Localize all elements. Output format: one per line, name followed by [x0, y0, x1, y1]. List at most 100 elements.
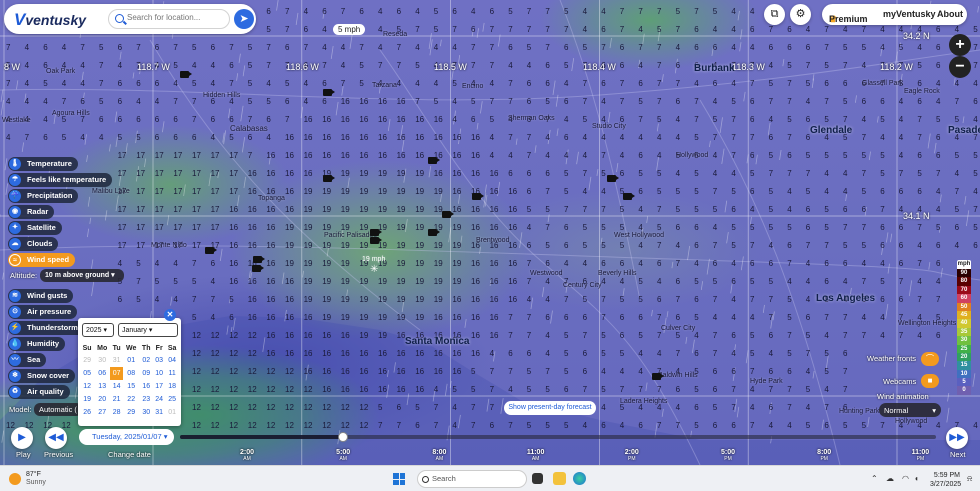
timeline-tick[interactable]: 5:00 AM — [328, 449, 358, 463]
calendar-day[interactable]: 14 — [110, 380, 123, 393]
zoom-in-button[interactable]: + — [949, 34, 971, 56]
webcam-icon[interactable] — [428, 229, 440, 236]
calendar-day[interactable]: 04 — [165, 354, 179, 367]
cloud-sync-icon[interactable]: ☁ — [886, 474, 894, 483]
play-button[interactable]: ▶ — [11, 427, 33, 449]
about-link[interactable]: About — [937, 9, 963, 19]
previous-button[interactable]: ◀◀ — [45, 427, 67, 449]
calendar-day[interactable]: 11 — [165, 367, 179, 380]
layer-item[interactable]: 💧 Humidity — [8, 337, 66, 351]
zoom-out-button[interactable]: − — [949, 56, 971, 78]
calendar-day[interactable]: 01 — [123, 354, 139, 367]
notification-bell-icon[interactable]: ⍾ — [967, 474, 972, 484]
taskbar-clock[interactable]: 5:59 PM 3/27/2025 — [930, 471, 961, 489]
my-ventusky-link[interactable]: myVentusky — [883, 9, 936, 19]
calendar-day[interactable]: 29 — [123, 406, 139, 419]
timeline-tick[interactable]: 11:00 PM — [905, 449, 935, 463]
calendar-day[interactable]: 10 — [153, 367, 165, 380]
layer-item[interactable]: ☔ Precipitation — [8, 189, 79, 203]
windows-start-icon[interactable] — [393, 473, 405, 485]
calendar-day[interactable]: 19 — [80, 393, 94, 406]
weather-fronts-toggle[interactable]: ⌒ — [921, 352, 939, 366]
close-calendar-button[interactable]: ✕ — [164, 309, 176, 321]
calendar-day[interactable]: 25 — [165, 393, 179, 406]
webcam-icon[interactable] — [607, 175, 619, 182]
wind-animation-select[interactable]: Normal ▾ — [879, 403, 941, 417]
webcam-icon[interactable] — [442, 211, 454, 218]
timeline-tick[interactable]: 8:00 AM — [424, 449, 454, 463]
webcam-icon[interactable] — [180, 71, 192, 78]
layer-item[interactable]: ≋ Wind gusts — [8, 289, 74, 303]
calendar-day[interactable]: 16 — [139, 380, 153, 393]
search-input[interactable] — [127, 13, 227, 22]
year-select[interactable]: 2025 ▾ — [82, 323, 114, 337]
webcam-icon[interactable] — [323, 89, 335, 96]
calendar-day[interactable]: 02 — [139, 354, 153, 367]
calendar-day[interactable]: 24 — [153, 393, 165, 406]
calendar-day[interactable]: 08 — [123, 367, 139, 380]
timeline-tick[interactable]: 8:00 PM — [809, 449, 839, 463]
calendar-day[interactable]: 03 — [153, 354, 165, 367]
calendar-day[interactable]: 26 — [80, 406, 94, 419]
webcam-icon[interactable] — [472, 193, 484, 200]
webcam-icon[interactable] — [623, 193, 635, 200]
calendar-day[interactable]: 15 — [123, 380, 139, 393]
calendar-day[interactable]: 23 — [139, 393, 153, 406]
layer-item[interactable]: 〰 Sea — [8, 353, 47, 367]
next-button[interactable]: ▶▶ — [946, 427, 968, 449]
layer-item[interactable]: ☁ Clouds — [8, 237, 59, 251]
calendar-day[interactable]: 07 — [110, 367, 123, 380]
calendar-day[interactable]: 13 — [94, 380, 110, 393]
taskbar-weather[interactable]: 87°F Sunny — [26, 471, 46, 487]
layer-item[interactable]: ⊙ Air pressure — [8, 305, 78, 319]
location-search[interactable] — [108, 9, 230, 29]
calendar-day[interactable]: 22 — [123, 393, 139, 406]
chevron-up-icon[interactable]: ⌃ — [871, 474, 878, 483]
layer-item[interactable]: ✦ Satellite — [8, 221, 62, 235]
wifi-icon[interactable]: ◠ — [902, 474, 909, 483]
calendar-day[interactable]: 05 — [80, 367, 94, 380]
layer-item[interactable]: ❄ Snow cover — [8, 369, 76, 383]
share-button[interactable]: ⧉ — [764, 4, 785, 25]
calendar-day[interactable]: 12 — [80, 380, 94, 393]
model-select[interactable]: Automatic ( — [34, 403, 82, 416]
layer-item[interactable]: ♻ Air quality — [8, 385, 70, 399]
calendar-day[interactable]: 18 — [165, 380, 179, 393]
present-day-forecast-button[interactable]: Show present-day forecast — [504, 401, 596, 415]
layer-item[interactable]: ◉ Radar — [8, 205, 55, 219]
calendar-day[interactable]: 28 — [110, 406, 123, 419]
calendar-day[interactable]: 06 — [94, 367, 110, 380]
calendar-day[interactable]: 09 — [139, 367, 153, 380]
date-select[interactable]: Tuesday, 2025/01/07 ▾ — [79, 429, 174, 445]
webcam-icon[interactable] — [323, 175, 335, 182]
calendar-day[interactable]: 20 — [94, 393, 110, 406]
altitude-select[interactable]: 10 m above ground ▾ — [40, 269, 124, 282]
webcam-icon[interactable] — [252, 265, 264, 272]
webcam-icon[interactable] — [370, 237, 382, 244]
taskbar-search[interactable]: Search — [417, 470, 527, 488]
webcam-icon[interactable] — [253, 256, 265, 263]
timeline-tick[interactable]: 2:00 PM — [617, 449, 647, 463]
ventusky-logo[interactable]: Vventusky — [14, 10, 86, 30]
legend-unit[interactable]: mph — [957, 260, 971, 269]
file-explorer-icon[interactable] — [553, 472, 566, 485]
webcam-icon[interactable] — [370, 229, 382, 236]
layer-item[interactable]: ☂ Feels like temperature — [8, 173, 113, 187]
timeline-tick[interactable]: 11:00 AM — [521, 449, 551, 463]
layer-item[interactable]: 🌡 Temperature — [8, 157, 78, 171]
settings-button[interactable]: ⚙ — [790, 4, 811, 25]
month-select[interactable]: January ▾ — [118, 323, 178, 337]
webcams-toggle[interactable]: ■ — [921, 374, 939, 388]
webcam-icon[interactable] — [205, 247, 217, 254]
calendar-day[interactable]: 21 — [110, 393, 123, 406]
timeline-tick[interactable]: 5:00 PM — [713, 449, 743, 463]
webcam-icon[interactable] — [652, 373, 664, 380]
layer-item[interactable]: ⚡ Thunderstorms — [8, 321, 89, 335]
calendar-day[interactable]: 17 — [153, 380, 165, 393]
locate-me-button[interactable]: ➤ — [234, 9, 254, 29]
calendar-day[interactable]: 31 — [153, 406, 165, 419]
calendar-day[interactable]: 30 — [139, 406, 153, 419]
timeline-tick[interactable]: 2:00 AM — [232, 449, 262, 463]
layer-item[interactable]: ≈ Wind speed — [8, 253, 76, 267]
speaker-icon[interactable]: ◖ — [914, 474, 919, 483]
